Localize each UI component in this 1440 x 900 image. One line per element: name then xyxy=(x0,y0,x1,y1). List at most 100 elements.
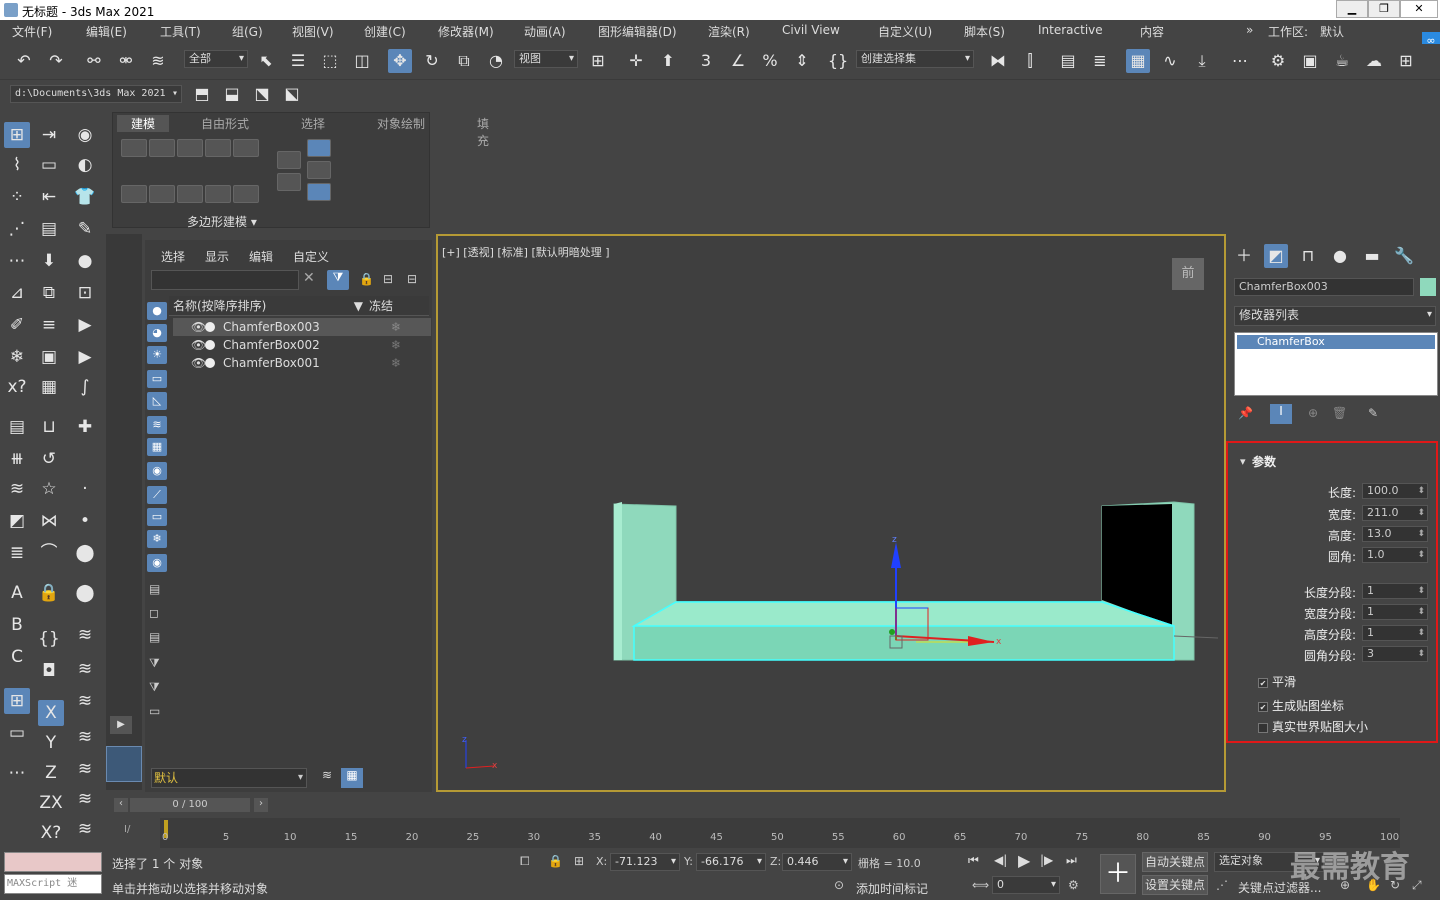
ribbon-tab-freeform[interactable]: 自由形式 xyxy=(201,115,249,132)
ribbon-toggle-icon[interactable]: ▦ xyxy=(1126,49,1150,73)
smooth-checkbox[interactable]: ✔ 平滑 xyxy=(1258,673,1296,690)
display-panel-icon[interactable]: ▬ xyxy=(1360,244,1384,268)
render-dot-icon[interactable] xyxy=(205,322,215,332)
workspace-dropdown[interactable]: 默认 xyxy=(1320,23,1344,40)
param-length-segs[interactable]: 长度分段: 1 xyxy=(1258,583,1428,601)
unlink-icon[interactable]: ⚮ xyxy=(114,49,138,73)
menu-animation[interactable]: 动画(A) xyxy=(524,23,566,40)
goto-start-icon[interactable]: ⏮ xyxy=(968,853,979,868)
menu-edit[interactable]: 编辑(E) xyxy=(86,23,127,40)
maximize-button[interactable]: ❐ xyxy=(1368,0,1400,18)
explorer-menu-display[interactable]: 显示 xyxy=(205,248,229,265)
configure-sets-icon[interactable]: ✎ xyxy=(1368,406,1378,420)
param-fillet-segs[interactable]: 圆角分段: 3 xyxy=(1258,646,1428,664)
box-tool-icon[interactable]: ⊡ xyxy=(72,280,98,306)
param-spinner[interactable]: 13.0 xyxy=(1362,526,1428,542)
rotate-tool-icon[interactable]: ↺ xyxy=(36,446,62,472)
menu-interactive[interactable]: Interactive xyxy=(1038,23,1103,37)
vertex-mode-icon[interactable] xyxy=(121,139,147,157)
gen-mapping-checkbox[interactable]: ✔ 生成贴图坐标 xyxy=(1258,697,1344,714)
curve-editor-mini-icon[interactable]: I/ xyxy=(124,824,130,835)
project-new-icon[interactable]: ⬒ xyxy=(190,82,214,106)
collapse-icon[interactable]: ▾ xyxy=(1240,455,1246,468)
save-icon[interactable]: ▦ xyxy=(36,374,62,400)
menu-scripting[interactable]: 脚本(S) xyxy=(964,23,1005,40)
grid-a-icon[interactable]: ⊞ xyxy=(4,688,30,714)
b-icon[interactable]: B xyxy=(4,612,30,638)
goto-end-icon[interactable]: ⏭ xyxy=(1066,853,1077,868)
create-panel-icon[interactable]: ＋ xyxy=(1232,244,1256,268)
menu-list-icon[interactable]: ≡ xyxy=(36,312,62,338)
expand-icon[interactable]: » xyxy=(1246,23,1253,37)
check-icon[interactable]: ✔ xyxy=(1258,677,1268,688)
rect-selection-icon[interactable]: ⬚ xyxy=(318,49,342,73)
menu-civil-view[interactable]: Civil View xyxy=(782,23,840,37)
visibility-eye-icon[interactable]: 👁 xyxy=(191,354,206,372)
render-frame-icon[interactable]: ▣ xyxy=(1298,49,1322,73)
circle-gray-icon[interactable]: ⬤ xyxy=(72,540,98,566)
snowflake-icon[interactable]: ❄ xyxy=(4,344,30,370)
current-frame-field[interactable]: 0 xyxy=(992,876,1060,894)
param-width[interactable]: 宽度: 211.0 xyxy=(1258,505,1428,523)
curve-editor-icon[interactable]: ∿ xyxy=(1158,49,1182,73)
z-coord-field[interactable]: 0.446 xyxy=(782,853,852,871)
y-axis-icon[interactable]: Y xyxy=(38,730,64,756)
add-time-tag[interactable]: 添加时间标记 xyxy=(856,880,928,897)
dots-icon[interactable]: ⋯ xyxy=(4,760,30,786)
ruler-icon[interactable]: ▭ xyxy=(4,720,30,746)
filter-funnel-2-icon[interactable]: ⧩ xyxy=(149,680,160,695)
filter-xrefs-icon[interactable]: ◉ xyxy=(147,462,167,480)
project-open-icon[interactable]: ⬓ xyxy=(220,82,244,106)
window-icon[interactable]: ▣ xyxy=(36,344,62,370)
layer-explorer-toggle-icon[interactable]: ≋ xyxy=(317,768,337,788)
layer-explorer-icon[interactable]: ≣ xyxy=(1088,49,1112,73)
layer-stack-icon[interactable]: ≋ xyxy=(4,476,30,502)
viewport-layout-tab[interactable] xyxy=(106,746,142,782)
pivot-center-icon[interactable]: ⊞ xyxy=(586,49,610,73)
align-icon[interactable]: ⫿ xyxy=(1018,49,1042,73)
object-color-swatch[interactable] xyxy=(1420,278,1436,296)
modify-5-icon[interactable] xyxy=(233,185,259,203)
param-length[interactable]: 长度: 100.0 xyxy=(1258,483,1428,501)
plus-tool-icon[interactable]: ✚ xyxy=(72,414,98,440)
maxscript-listener-pink[interactable] xyxy=(4,852,102,872)
select-rotate-icon[interactable]: ↻ xyxy=(420,49,444,73)
view-icon[interactable]: ◉ xyxy=(72,122,98,148)
lock-icon[interactable]: 🔒 xyxy=(36,580,62,606)
expand-arrow-icon[interactable]: ▶ xyxy=(110,716,132,734)
col-freeze-header[interactable]: 冻结 xyxy=(367,296,429,316)
export-icon[interactable]: ⇤ xyxy=(36,184,62,210)
layer-add-icon[interactable]: ▭ xyxy=(36,152,62,178)
element-mode-icon[interactable] xyxy=(233,139,259,157)
remove-modifier-icon[interactable]: 🗑 xyxy=(1332,406,1347,420)
pin-stack-icon[interactable]: 📌 xyxy=(1238,406,1253,420)
param-fillet[interactable]: 圆角: 1.0 xyxy=(1258,547,1428,565)
border-icon[interactable]: ⊿ xyxy=(4,280,30,306)
lock-explorer-icon[interactable]: 🔒 xyxy=(359,272,374,286)
download-icon[interactable]: ⬇ xyxy=(36,248,62,274)
motion-panel-icon[interactable]: ● xyxy=(1328,244,1352,268)
zx-plane-icon[interactable]: ZX xyxy=(38,790,64,816)
ribbon-side-3-icon[interactable] xyxy=(307,139,331,157)
angle-snap-icon[interactable]: ∠ xyxy=(726,49,750,73)
play-icon[interactable]: ▶ xyxy=(1018,851,1030,870)
display-invert-icon[interactable]: ▤ xyxy=(149,630,160,644)
param-spinner[interactable]: 3 xyxy=(1362,646,1428,662)
xform-icon[interactable]: x? xyxy=(4,374,30,400)
param-spinner[interactable]: 1.0 xyxy=(1362,547,1428,563)
menu-content[interactable]: 内容 xyxy=(1140,23,1164,40)
col-name-header[interactable]: 名称(按降序排序) ▼ xyxy=(169,296,367,316)
time-tag-icon[interactable]: ⊙ xyxy=(834,878,844,892)
select-object-icon[interactable]: ⬉ xyxy=(254,49,278,73)
import-icon[interactable]: ⇥ xyxy=(36,122,62,148)
polygon-mode-icon[interactable] xyxy=(205,139,231,157)
layer-manager-icon[interactable]: ≣ xyxy=(4,540,30,566)
maximize-viewport-icon[interactable]: ⤢ xyxy=(1412,878,1422,893)
weld-icon[interactable]: ⋈ xyxy=(36,508,62,534)
select-scale-icon[interactable]: ⧉ xyxy=(452,49,476,73)
ribbon-tab-object-paint[interactable]: 对象绘制 xyxy=(377,115,425,132)
c-icon[interactable]: C xyxy=(4,644,30,670)
menu-customize[interactable]: 自定义(U) xyxy=(878,23,932,40)
project-path-dropdown[interactable]: d:\Documents\3ds Max 2021 xyxy=(10,85,182,103)
stack-gear-icon[interactable]: ≋ xyxy=(72,688,98,714)
